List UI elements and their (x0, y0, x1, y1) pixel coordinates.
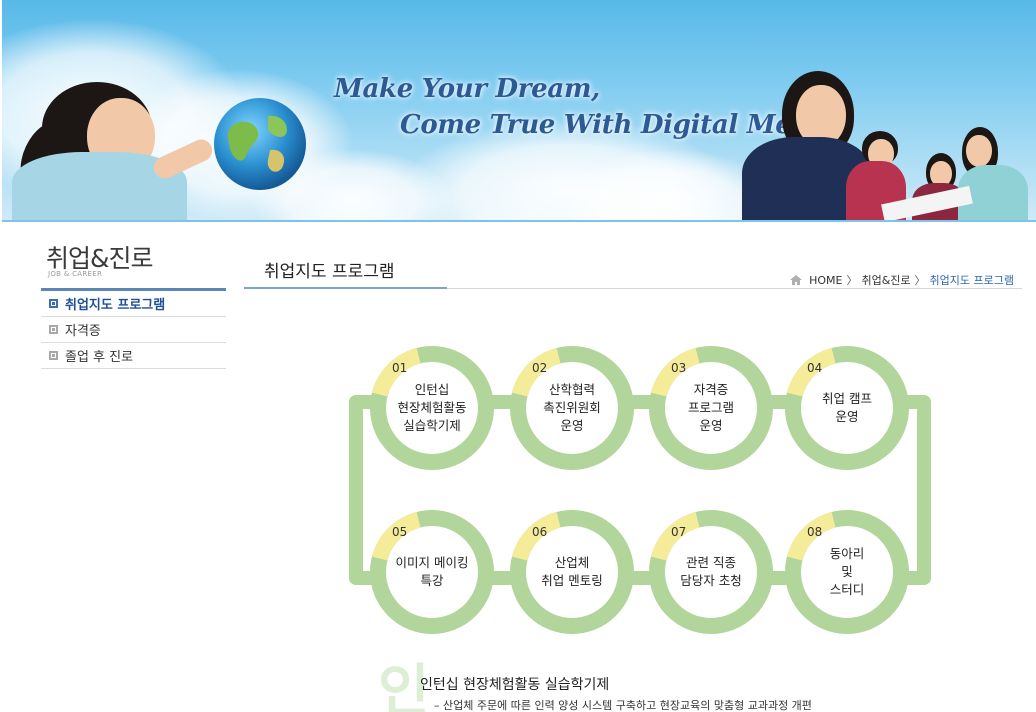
title-underline (244, 287, 447, 289)
step-label-line: 산업체 (555, 555, 590, 570)
step-number: 06 (532, 525, 547, 539)
program-step-01: 01 인턴십현장체험활동실습학기제 (370, 346, 494, 470)
sidebar-item-label: 졸업 후 진로 (65, 350, 134, 365)
step-number: 02 (532, 361, 547, 375)
step-label-line: 산학협력 (549, 382, 595, 397)
program-step-04: 04 취업 캠프운영 (785, 346, 909, 470)
bullet-square-icon (49, 299, 58, 308)
step-number: 03 (671, 361, 686, 375)
step-number: 05 (392, 525, 407, 539)
program-step-05: 05 이미지 메이킹특강 (370, 510, 494, 634)
sidebar-item-after-graduation[interactable]: 졸업 후 진로 (41, 343, 226, 369)
step-label-line: 동아리 (830, 546, 865, 561)
step-label-line: 실습학기제 (403, 418, 461, 433)
step-label-line: 운영 (560, 418, 583, 433)
step-label-line: 이미지 메이킹 (396, 555, 469, 570)
step-number: 04 (807, 361, 822, 375)
step-number: 07 (671, 525, 686, 539)
step-label-line: 특강 (420, 573, 444, 588)
home-icon (790, 275, 803, 285)
step-number: 08 (807, 525, 822, 539)
title-divider (447, 288, 1022, 289)
program-step-07: 07 관련 직종담당자 초청 (649, 510, 773, 634)
program-step-08: 08 동아리및스터디 (785, 510, 909, 634)
breadcrumb: HOME 〉 취업&진로 〉 취업지도 프로그램 (790, 272, 1014, 288)
breadcrumb-current: 취업지도 프로그램 (929, 274, 1014, 287)
section-heading: 인턴십 현장체험활동 실습학기제 (420, 677, 610, 693)
banner-tagline-1: Make Your Dream, (334, 74, 600, 104)
sidebar-item-label: 취업지도 프로그램 (65, 298, 166, 313)
bullet-square-icon (49, 325, 58, 334)
step-label-line: 스터디 (830, 582, 865, 597)
section-description: – 산업체 주문에 따른 인력 양성 시스템 구축하고 현장교육의 맞춤형 교과… (434, 699, 812, 712)
students-group-image (712, 65, 1036, 220)
step-label-line: 담당자 초청 (680, 573, 741, 588)
breadcrumb-section-link[interactable]: 취업&진로 (861, 272, 910, 288)
bullet-square-icon (49, 351, 58, 360)
sidebar-item-employment-program[interactable]: 취업지도 프로그램 (41, 291, 226, 317)
step-label-line: 취업 멘토링 (541, 573, 602, 588)
step-label-line: 자격증 (694, 382, 729, 397)
step-label-line: 및 (841, 564, 853, 579)
step-label-line: 운영 (699, 418, 722, 433)
sidebar-menu: 취업지도 프로그램 자격증 졸업 후 진로 (41, 291, 226, 369)
program-step-03: 03 자격증프로그램운영 (649, 346, 773, 470)
step-label-line: 현장체험활동 (397, 400, 466, 415)
step-label-line: 촉진위원회 (543, 400, 601, 415)
header-banner: Make Your Dream, Come True With Digital … (2, 0, 1036, 222)
program-step-06: 06 산업체취업 멘토링 (510, 510, 634, 634)
program-step-02: 02산학협력촉진위원회운영 (510, 346, 634, 470)
page-title: 취업지도 프로그램 (264, 262, 395, 282)
globe-icon (214, 98, 306, 190)
step-label-line: 프로그램 (688, 400, 734, 415)
step-number: 01 (392, 361, 407, 375)
step-label-line: 인턴십 (415, 382, 450, 397)
step-label-line: 운영 (835, 409, 858, 424)
sidebar-item-label: 자격증 (65, 324, 101, 339)
step-label-line: 취업 캠프 (822, 391, 872, 406)
step-label-line: 관련 직종 (686, 555, 736, 570)
breadcrumb-separator: 〉 (846, 274, 858, 287)
breadcrumb-separator: 〉 (914, 274, 926, 287)
breadcrumb-home-link[interactable]: HOME (809, 274, 842, 287)
sidebar-subtitle: JOB & CAREER (48, 270, 103, 278)
sidebar-item-certificates[interactable]: 자격증 (41, 317, 226, 343)
girl-with-globe-image (2, 60, 322, 220)
program-flow-diagram: 01 인턴십현장체험활동실습학기제 02산학협력촉진위원회운영 03 자격증프로그램운영… (349, 346, 931, 634)
